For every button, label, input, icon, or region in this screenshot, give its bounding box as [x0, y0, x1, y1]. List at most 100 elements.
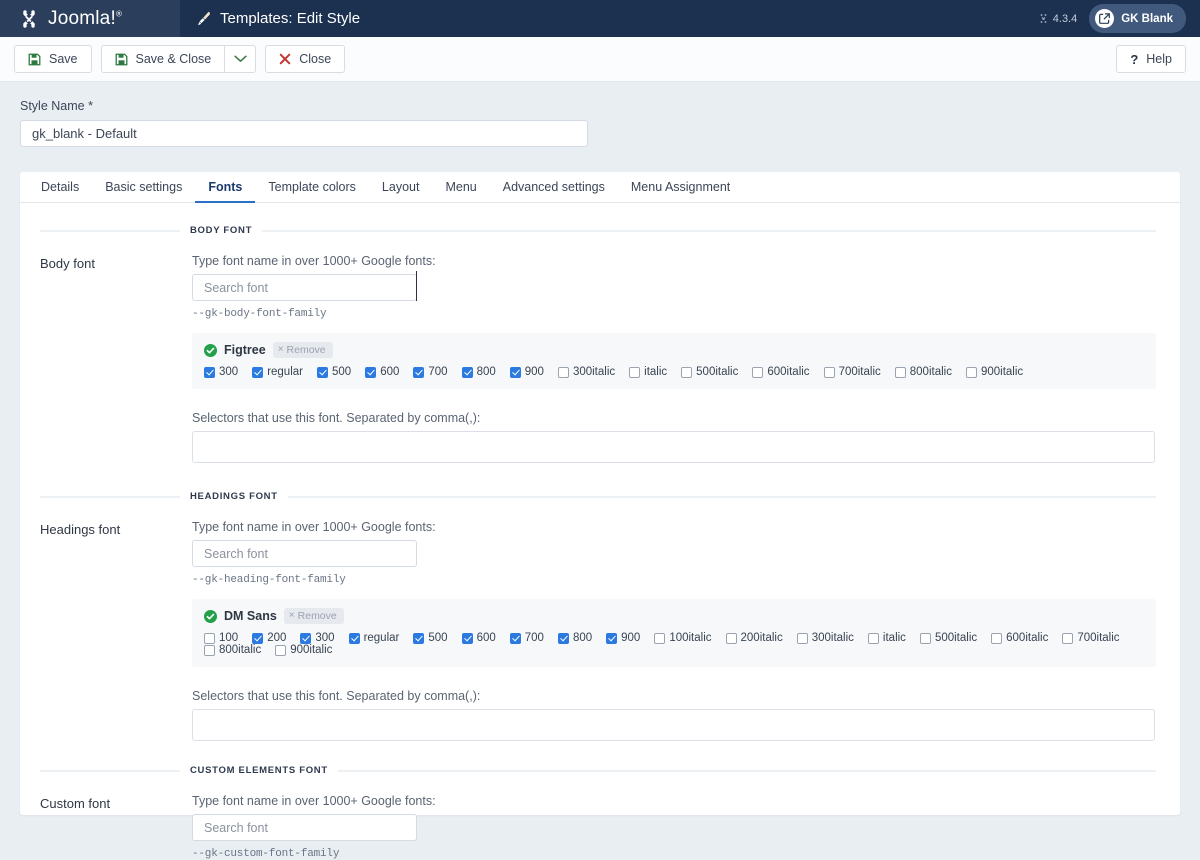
variant-checkbox[interactable] — [681, 366, 693, 378]
font-variant-700[interactable]: 700 — [413, 366, 448, 378]
font-variant-100italic[interactable]: 100italic — [654, 632, 712, 644]
save-dropdown-toggle[interactable] — [225, 45, 257, 73]
variant-checkbox[interactable] — [461, 366, 473, 378]
font-variant-500[interactable]: 500 — [317, 366, 351, 378]
font-variant-800italic[interactable]: 800italic — [894, 366, 952, 378]
variant-checkbox[interactable] — [252, 632, 264, 644]
tab-bar: Details Basic settings Fonts Template co… — [20, 172, 1180, 203]
tab-basic-settings[interactable]: Basic settings — [92, 172, 195, 203]
tab-fonts[interactable]: Fonts — [195, 172, 256, 203]
variant-checkbox[interactable] — [509, 366, 521, 378]
close-x-icon — [279, 53, 291, 65]
variant-label: 600 — [476, 632, 496, 644]
variant-checkbox[interactable] — [654, 632, 666, 644]
font-variant-600[interactable]: 600 — [461, 632, 496, 644]
variant-checkbox[interactable] — [919, 632, 931, 644]
variant-checkbox[interactable] — [461, 632, 473, 644]
custom-font-search-input[interactable] — [192, 814, 417, 841]
tab-advanced-settings[interactable]: Advanced settings — [490, 172, 618, 203]
font-variant-300[interactable]: 300 — [204, 366, 238, 378]
font-variant-900[interactable]: 900 — [509, 366, 544, 378]
font-variant-800[interactable]: 800 — [557, 632, 592, 644]
font-variant-regular[interactable]: regular — [252, 366, 303, 378]
body-font-remove-label: Remove — [286, 344, 326, 356]
save-and-close-button[interactable]: Save & Close — [100, 45, 226, 73]
variant-checkbox[interactable] — [796, 632, 808, 644]
font-variant-700italic[interactable]: 700italic — [1062, 632, 1120, 644]
headings-font-selectors-input[interactable] — [192, 709, 1155, 741]
font-variant-900italic[interactable]: 900italic — [965, 366, 1023, 378]
headings-font-search-input[interactable] — [192, 540, 417, 567]
variant-checkbox[interactable] — [725, 632, 737, 644]
variant-checkbox[interactable] — [275, 644, 287, 656]
font-variant-100[interactable]: 100 — [204, 632, 238, 644]
font-variant-900[interactable]: 900 — [606, 632, 640, 644]
variant-checkbox[interactable] — [204, 644, 215, 656]
visit-site-button[interactable]: GK Blank — [1089, 4, 1186, 33]
variant-checkbox[interactable] — [557, 366, 569, 378]
variant-checkbox[interactable] — [867, 632, 879, 644]
joomla-logo-icon — [23, 9, 35, 28]
style-name-input[interactable] — [20, 120, 588, 147]
font-variant-500italic[interactable]: 500italic — [919, 632, 977, 644]
help-button[interactable]: ? Help — [1116, 45, 1186, 73]
font-variant-800[interactable]: 800 — [461, 366, 496, 378]
variant-checkbox[interactable] — [991, 632, 1003, 644]
headings-font-remove-button[interactable]: × Remove — [283, 608, 344, 624]
variant-checkbox[interactable] — [557, 632, 569, 644]
headings-font-search-label: Type font name in over 1000+ Google font… — [192, 520, 436, 534]
body-font-selectors-input[interactable] — [192, 431, 1155, 463]
font-variant-200[interactable]: 200 — [252, 632, 286, 644]
variant-checkbox[interactable] — [252, 366, 264, 378]
variant-checkbox[interactable] — [348, 632, 360, 644]
section-gap-1 — [40, 463, 1156, 491]
variant-checkbox[interactable] — [204, 632, 215, 644]
body-font-row-content: Type font name in over 1000+ Google font… — [192, 254, 1156, 463]
headings-font-section-divider: HEADINGS FONT — [40, 491, 1156, 502]
tab-menu[interactable]: Menu — [432, 172, 489, 203]
font-variant-300[interactable]: 300 — [300, 632, 335, 644]
variant-checkbox[interactable] — [606, 632, 618, 644]
variant-checkbox[interactable] — [752, 366, 764, 378]
font-variant-300italic[interactable]: 300italic — [557, 366, 615, 378]
help-button-label: Help — [1146, 52, 1172, 66]
font-variant-italic[interactable]: italic — [629, 366, 667, 378]
variant-checkbox[interactable] — [894, 366, 906, 378]
variant-checkbox[interactable] — [823, 366, 835, 378]
brand-logo[interactable]: Joomla!® — [0, 0, 180, 37]
variant-checkbox[interactable] — [965, 366, 977, 378]
variant-checkbox[interactable] — [509, 632, 521, 644]
font-variant-300italic[interactable]: 300italic — [796, 632, 854, 644]
tab-template-colors[interactable]: Template colors — [255, 172, 369, 203]
body-font-remove-button[interactable]: × Remove — [272, 342, 333, 358]
font-variant-500italic[interactable]: 500italic — [681, 366, 738, 378]
variant-checkbox[interactable] — [365, 366, 377, 378]
variant-label: 500italic — [696, 366, 739, 378]
font-variant-800italic[interactable]: 800italic — [204, 644, 261, 656]
font-variant-italic[interactable]: italic — [867, 632, 906, 644]
tab-layout[interactable]: Layout — [369, 172, 433, 203]
variant-checkbox[interactable] — [413, 632, 425, 644]
variant-checkbox[interactable] — [317, 366, 328, 378]
font-variant-200italic[interactable]: 200italic — [725, 632, 783, 644]
variant-checkbox[interactable] — [629, 366, 641, 378]
font-variant-900italic[interactable]: 900italic — [275, 644, 332, 656]
page-header-title: Templates: Edit Style — [180, 0, 1038, 37]
font-variant-500[interactable]: 500 — [413, 632, 448, 644]
variant-checkbox[interactable] — [300, 632, 312, 644]
variant-checkbox[interactable] — [1062, 632, 1074, 644]
font-variant-700italic[interactable]: 700italic — [823, 366, 881, 378]
body-font-search-input[interactable] — [192, 274, 417, 301]
tab-details[interactable]: Details — [28, 172, 92, 203]
font-variant-600italic[interactable]: 600italic — [752, 366, 810, 378]
save-button[interactable]: Save — [14, 45, 92, 73]
font-variant-700[interactable]: 700 — [509, 632, 544, 644]
font-variant-600italic[interactable]: 600italic — [991, 632, 1048, 644]
headings-font-section-title: HEADINGS FONT — [190, 491, 278, 502]
variant-checkbox[interactable] — [413, 366, 425, 378]
font-variant-regular[interactable]: regular — [348, 632, 399, 644]
close-button[interactable]: Close — [265, 45, 346, 73]
variant-checkbox[interactable] — [204, 366, 215, 378]
tab-menu-assignment[interactable]: Menu Assignment — [618, 172, 743, 203]
font-variant-600[interactable]: 600 — [365, 366, 399, 378]
